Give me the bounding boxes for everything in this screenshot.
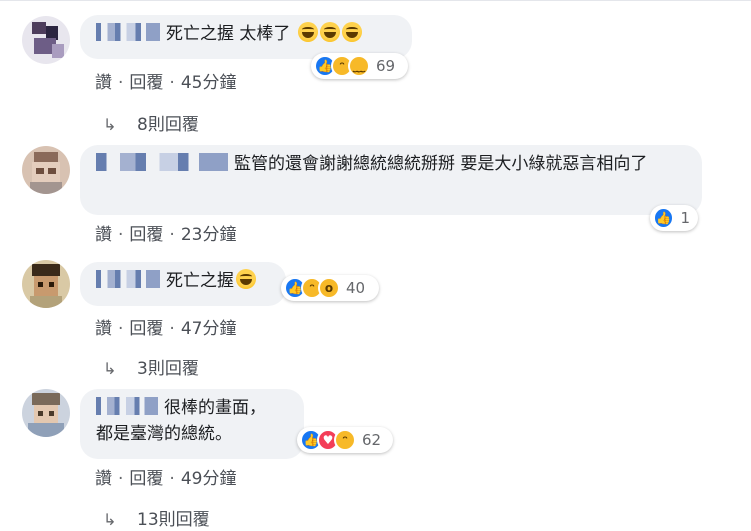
view-replies-link[interactable]: ↳ 8則回覆 (103, 110, 199, 135)
comment-actions: 讚 · 回覆 · 49分鐘 (95, 464, 236, 489)
reaction-summary[interactable]: 👍 ᵔ o 40 (281, 275, 379, 301)
reaction-count: 62 (362, 431, 382, 449)
replies-count-label: 13則回覆 (137, 510, 210, 530)
laugh-cry-emoji-icon (319, 22, 340, 42)
comment-text-line2: 都是臺灣的總統。 (96, 424, 232, 444)
like-link[interactable]: 讚 (95, 225, 112, 245)
separator: · (169, 469, 175, 489)
reply-link[interactable]: 回覆 (129, 225, 163, 245)
timestamp-link[interactable]: 45分鐘 (181, 73, 237, 93)
comment-text: 死亡之握 (166, 271, 234, 291)
top-divider (0, 0, 751, 1)
comment-actions: 讚 · 回覆 · 47分鐘 (95, 314, 236, 339)
separator: · (118, 319, 124, 339)
reply-link[interactable]: 回覆 (129, 469, 163, 489)
reaction-count: 69 (376, 57, 396, 75)
timestamp-link[interactable]: 49分鐘 (181, 469, 237, 489)
avatar[interactable] (22, 389, 70, 437)
reaction-summary[interactable]: 👍 ♥ ᵔ 62 (297, 427, 393, 453)
replies-count-label: 3則回覆 (137, 359, 199, 379)
timestamp-link[interactable]: 23分鐘 (181, 225, 237, 245)
like-link[interactable]: 讚 (95, 73, 112, 93)
haha-reaction-icon: ᵔ (334, 429, 356, 451)
comment-bubble: 監管的還會謝謝總統總統掰掰 要是大小綠就惡言相向了 (80, 145, 702, 215)
separator: · (118, 469, 124, 489)
avatar[interactable] (22, 146, 70, 194)
avatar[interactable] (22, 260, 70, 308)
like-link[interactable]: 讚 (95, 469, 112, 489)
separator: · (169, 73, 175, 93)
comment-text: 監管的還會謝謝總統總統掰掰 要是大小綠就惡言相向了 (234, 154, 648, 174)
separator: · (169, 225, 175, 245)
commenter-name-blurred[interactable] (96, 153, 228, 171)
like-reaction-icon: 👍 (653, 207, 675, 229)
reply-link[interactable]: 回覆 (129, 73, 163, 93)
laugh-cry-emoji-icon (341, 22, 362, 42)
replies-count-label: 8則回覆 (137, 115, 199, 135)
view-replies-link[interactable]: ↳ 13則回覆 (103, 505, 210, 530)
reaction-count: 40 (346, 279, 366, 297)
comment-text: 死亡之握 太棒了 (166, 24, 291, 44)
comment-actions: 讚 · 回覆 · 45分鐘 (95, 68, 236, 93)
wow-reaction-icon: o (318, 277, 340, 299)
avatar[interactable] (22, 16, 70, 64)
reaction-summary[interactable]: 👍 ᵔ ﹏ 69 (311, 53, 408, 79)
reply-arrow-icon: ↳ (103, 510, 117, 529)
commenter-name-blurred[interactable] (96, 397, 158, 415)
view-replies-link[interactable]: ↳ 3則回覆 (103, 354, 199, 379)
reaction-summary[interactable]: 👍 1 (650, 205, 698, 231)
comment-text-line1: 很棒的畫面， (164, 398, 266, 418)
reply-arrow-icon: ↳ (103, 115, 117, 134)
laugh-cry-emoji-icon (236, 269, 256, 289)
like-link[interactable]: 讚 (95, 319, 112, 339)
comment-bubble: 死亡之握 (80, 262, 286, 306)
commenter-name-blurred[interactable] (96, 23, 160, 41)
reply-arrow-icon: ↳ (103, 359, 117, 378)
reply-link[interactable]: 回覆 (129, 319, 163, 339)
timestamp-link[interactable]: 47分鐘 (181, 319, 237, 339)
sad-reaction-icon: ﹏ (348, 55, 370, 77)
comment-bubble: 很棒的畫面， 都是臺灣的總統。 (80, 389, 304, 459)
commenter-name-blurred[interactable] (96, 270, 160, 288)
separator: · (169, 319, 175, 339)
separator: · (118, 73, 124, 93)
separator: · (118, 225, 124, 245)
reaction-count: 1 (680, 209, 690, 227)
laugh-cry-emoji-icon (297, 22, 318, 42)
comment-actions: 讚 · 回覆 · 23分鐘 (95, 220, 236, 245)
